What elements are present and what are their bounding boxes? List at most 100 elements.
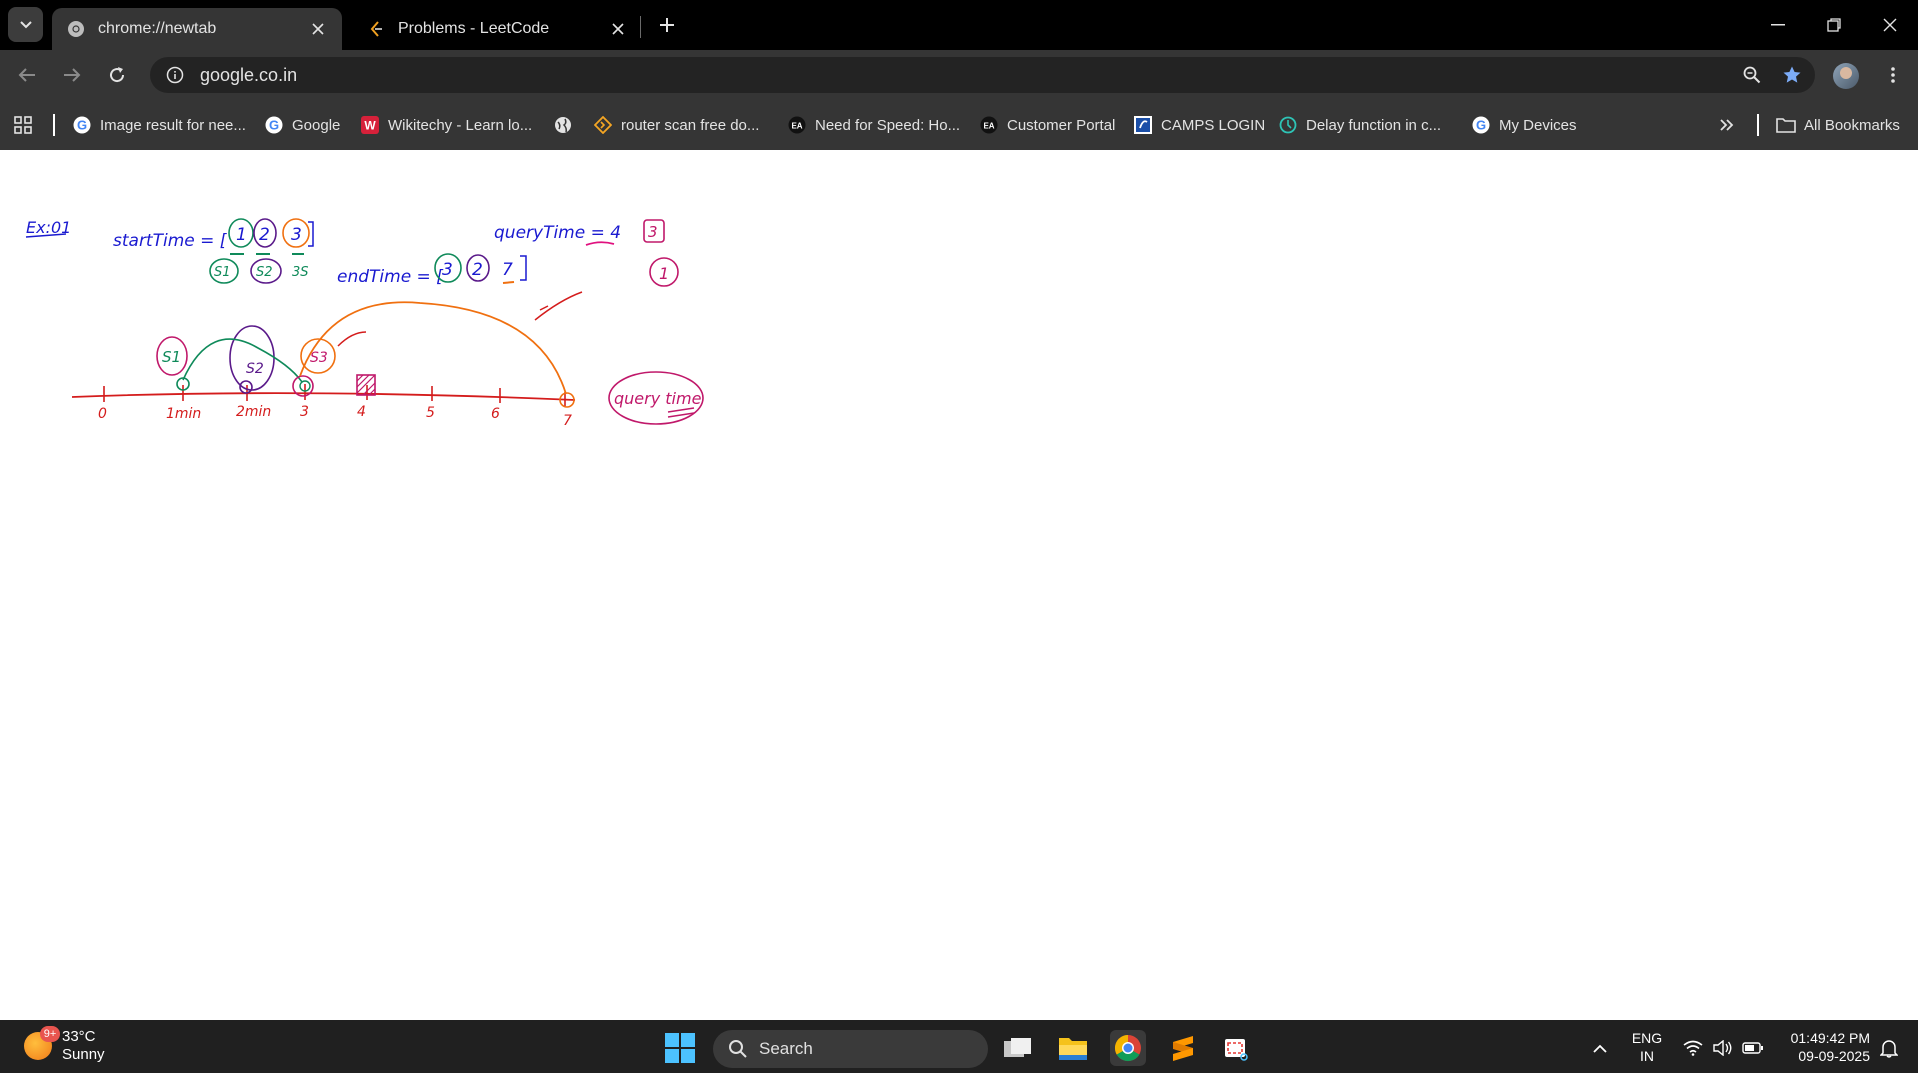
timeline-ticks bbox=[103, 384, 566, 406]
bookmark-wikitechy[interactable]: W Wikitechy - Learn lo... bbox=[360, 113, 532, 137]
svg-text:G: G bbox=[1476, 118, 1486, 133]
svg-text:G: G bbox=[77, 118, 87, 133]
weather-widget[interactable]: 9+ 33°C Sunny bbox=[24, 1026, 105, 1064]
bookmark-router-scan[interactable]: router scan free do... bbox=[593, 113, 759, 137]
menu-button[interactable] bbox=[1876, 58, 1910, 92]
bookmark-label: My Devices bbox=[1499, 116, 1577, 134]
volume-icon[interactable] bbox=[1710, 1030, 1736, 1066]
system-clock[interactable]: 01:49:42 PM 09-09-2025 bbox=[1780, 1029, 1870, 1065]
weather-desc: Sunny bbox=[62, 1046, 105, 1063]
plus-icon bbox=[660, 18, 674, 32]
sun-icon: 9+ bbox=[24, 1026, 60, 1060]
bookmark-need-for-speed[interactable]: EA Need for Speed: Ho... bbox=[787, 113, 960, 137]
tab-leetcode[interactable]: Problems - LeetCode bbox=[352, 8, 642, 50]
tick-label-6: 6 bbox=[491, 406, 500, 422]
zoom-icon[interactable] bbox=[1735, 58, 1769, 92]
tab-title: Problems - LeetCode bbox=[398, 20, 550, 37]
tick-label-5: 5 bbox=[426, 405, 435, 421]
bookmark-my-devices[interactable]: G My Devices bbox=[1471, 113, 1577, 137]
s3-interval-arc bbox=[299, 301, 567, 395]
forward-button[interactable] bbox=[55, 58, 89, 92]
all-bookmarks-button[interactable]: All Bookmarks bbox=[1776, 113, 1900, 137]
bookmark-label: CAMPS LOGIN bbox=[1161, 116, 1266, 134]
start-value-3: 3 bbox=[291, 225, 302, 245]
file-explorer-button[interactable] bbox=[1055, 1030, 1091, 1066]
bookmarks-divider bbox=[53, 114, 55, 136]
delay-icon bbox=[1278, 115, 1298, 135]
bookmark-label: Google bbox=[292, 116, 341, 134]
chrome-taskbar-button[interactable] bbox=[1110, 1030, 1146, 1066]
bookmark-label: Wikitechy - Learn lo... bbox=[388, 116, 533, 134]
tick-label-0: 0 bbox=[98, 406, 107, 422]
search-icon bbox=[727, 1038, 749, 1060]
end-bracket-close bbox=[520, 255, 527, 281]
folder-icon bbox=[1059, 1038, 1087, 1060]
camps-icon bbox=[1133, 115, 1153, 135]
all-bookmarks-label: All Bookmarks bbox=[1804, 116, 1900, 134]
bookmark-star-icon[interactable] bbox=[1775, 58, 1809, 92]
ea-icon: EA bbox=[787, 115, 807, 135]
timeline-label-s3: S3 bbox=[310, 350, 328, 366]
sublime-text-button[interactable] bbox=[1165, 1030, 1201, 1066]
wifi-icon[interactable] bbox=[1680, 1030, 1706, 1066]
google-icon: G bbox=[264, 115, 284, 135]
bookmark-label: Image result for nee... bbox=[100, 116, 246, 134]
start-button[interactable] bbox=[664, 1032, 696, 1064]
tab-strip: chrome://newtab Problems - LeetCode bbox=[0, 0, 1918, 50]
more-bookmarks-button[interactable] bbox=[1720, 113, 1734, 137]
url-text[interactable]: google.co.in bbox=[200, 65, 1735, 86]
bookmark-delay-function[interactable]: Delay function in c... bbox=[1278, 113, 1441, 137]
whiteboard-canvas[interactable]: Ex:01 startTime = [ 1 2 3 S1 S2 3S endTi… bbox=[0, 150, 1918, 1020]
restore-button[interactable] bbox=[1806, 0, 1862, 50]
start-label-3s: 3S bbox=[292, 265, 309, 280]
clock-date: 09-09-2025 bbox=[1798, 1048, 1870, 1064]
site-info-icon[interactable] bbox=[160, 60, 190, 90]
timeline-label-s1: S1 bbox=[162, 348, 181, 366]
chevron-down-icon bbox=[19, 20, 32, 28]
bookmark-globe[interactable] bbox=[553, 113, 581, 137]
new-tab-button[interactable] bbox=[652, 10, 682, 40]
show-hidden-icons-button[interactable] bbox=[1588, 1030, 1612, 1066]
language-indicator[interactable]: ENG IN bbox=[1628, 1029, 1666, 1065]
query-point-hatch bbox=[356, 374, 376, 396]
lang-line-1: ENG bbox=[1631, 1030, 1663, 1046]
reload-icon bbox=[110, 67, 125, 83]
task-view-button[interactable] bbox=[1000, 1030, 1036, 1066]
arrow-left-icon bbox=[18, 68, 35, 82]
svg-text:EA: EA bbox=[791, 122, 802, 131]
minimize-button[interactable] bbox=[1750, 0, 1806, 50]
search-placeholder: Search bbox=[759, 1039, 813, 1058]
minimize-icon bbox=[1771, 24, 1785, 26]
lang-line-2: IN bbox=[1640, 1048, 1654, 1064]
close-tab-icon[interactable] bbox=[308, 19, 328, 39]
bookmark-image-result[interactable]: G Image result for nee... bbox=[72, 113, 246, 137]
bookmark-google[interactable]: G Google bbox=[264, 113, 340, 137]
notifications-icon[interactable] bbox=[1876, 1030, 1902, 1066]
taskbar-search[interactable]: Search bbox=[713, 1030, 988, 1068]
snipping-tool-button[interactable] bbox=[1218, 1030, 1254, 1066]
tab-title: chrome://newtab bbox=[98, 20, 217, 37]
globe-icon bbox=[553, 115, 573, 135]
back-button[interactable] bbox=[10, 58, 44, 92]
answer-value-1: 3 bbox=[648, 223, 658, 241]
tab-newtab[interactable]: chrome://newtab bbox=[52, 8, 342, 50]
close-tab-icon[interactable] bbox=[608, 19, 628, 39]
battery-icon[interactable] bbox=[1740, 1030, 1766, 1066]
chrome-icon bbox=[66, 19, 86, 39]
bookmark-label: Customer Portal bbox=[1007, 116, 1116, 134]
bookmark-customer-portal[interactable]: EA Customer Portal bbox=[979, 113, 1115, 137]
arc-annotation bbox=[534, 291, 583, 321]
close-window-button[interactable] bbox=[1862, 0, 1918, 50]
tab-search-button[interactable] bbox=[8, 7, 43, 42]
tick-label-1min: 1min bbox=[166, 406, 201, 422]
s2-bubble bbox=[229, 325, 275, 391]
bookmarks-divider bbox=[1757, 114, 1759, 136]
task-view-icon bbox=[1004, 1038, 1031, 1057]
chevron-up-icon bbox=[1593, 1044, 1607, 1053]
address-bar[interactable]: google.co.in bbox=[150, 57, 1815, 93]
bookmark-camps-login[interactable]: CAMPS LOGIN bbox=[1133, 113, 1265, 137]
apps-button[interactable] bbox=[14, 113, 32, 137]
reload-button[interactable] bbox=[100, 58, 134, 92]
profile-avatar[interactable] bbox=[1833, 63, 1859, 89]
restore-icon bbox=[1827, 18, 1841, 32]
